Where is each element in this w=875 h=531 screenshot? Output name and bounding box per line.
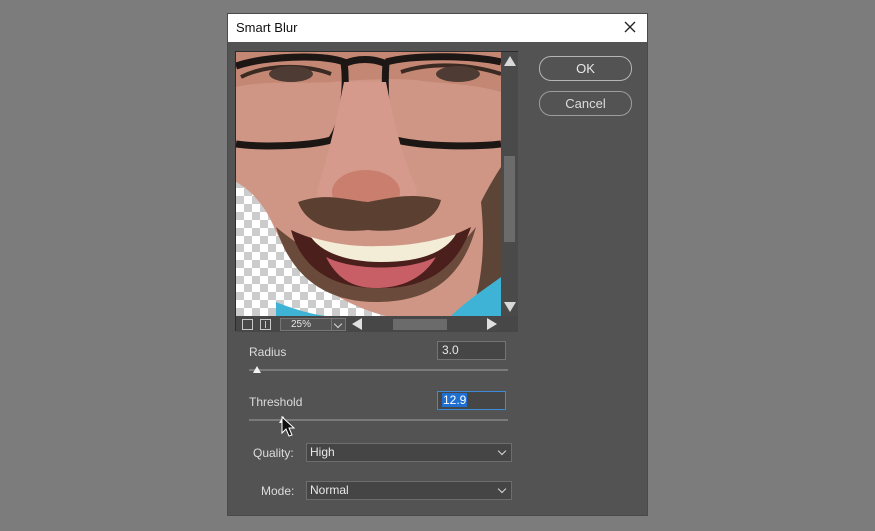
zoom-level-select[interactable]: 25% (280, 318, 346, 331)
zoom-level-value: 25% (291, 319, 312, 330)
quality-label: Quality: (253, 446, 294, 460)
preview-panel: 25% (235, 51, 518, 332)
ok-button[interactable]: OK (539, 56, 632, 81)
vertical-scroll-thumb[interactable] (504, 156, 515, 242)
zoom-in-button[interactable] (260, 319, 271, 330)
chevron-down-icon[interactable] (331, 319, 345, 330)
quality-select[interactable]: High (306, 443, 512, 462)
radius-input[interactable]: 3.0 (437, 341, 506, 360)
quality-value: High (310, 445, 335, 459)
chevron-down-icon (497, 484, 507, 494)
preview-toolbar: 25% (236, 316, 518, 332)
preview-vertical-scrollbar[interactable] (501, 52, 518, 316)
mouse-pointer-icon (281, 415, 296, 438)
dialog-title: Smart Blur (236, 20, 298, 35)
arrow-down-icon[interactable] (504, 302, 516, 312)
radius-slider-track[interactable] (249, 369, 508, 371)
horizontal-scroll-thumb[interactable] (393, 319, 447, 330)
arrow-left-icon[interactable] (352, 318, 362, 330)
radius-slider-knob[interactable] (253, 366, 261, 373)
close-icon[interactable] (620, 17, 640, 37)
mode-select[interactable]: Normal (306, 481, 512, 500)
threshold-input[interactable]: 12.9 (437, 391, 506, 410)
mode-label: Mode: (261, 484, 295, 498)
dialog-titlebar[interactable]: Smart Blur (228, 14, 647, 42)
mode-value: Normal (310, 483, 349, 497)
cancel-button[interactable]: Cancel (539, 91, 632, 116)
radius-label: Radius (249, 345, 287, 359)
chevron-down-icon (497, 446, 507, 456)
arrow-right-icon[interactable] (487, 318, 497, 330)
preview-image[interactable] (236, 52, 501, 316)
smart-blur-dialog: Smart Blur 25% OK Cancel Radius 3.0 Thre… (228, 14, 647, 515)
threshold-label: Threshold (249, 395, 303, 409)
zoom-out-button[interactable] (242, 319, 253, 330)
threshold-value-selection: 12.9 (442, 393, 468, 407)
arrow-up-icon[interactable] (504, 56, 516, 66)
